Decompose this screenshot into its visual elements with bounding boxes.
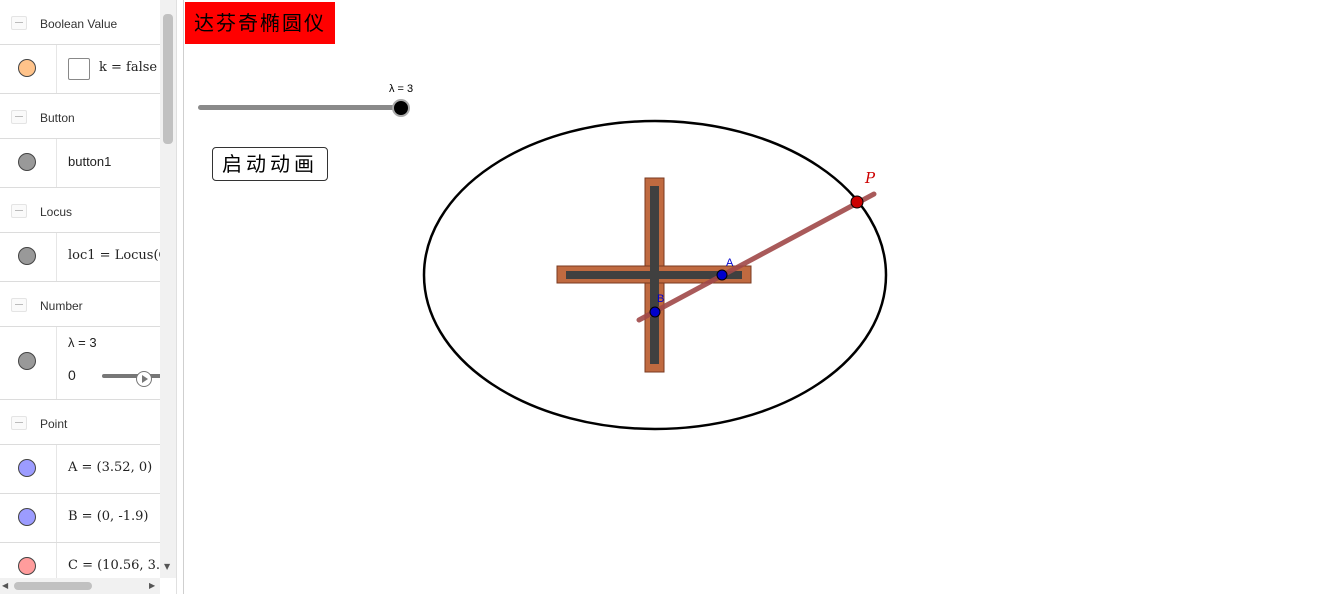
rod-segment[interactable] xyxy=(636,191,877,323)
point-p[interactable] xyxy=(850,195,864,209)
lambda-slider-track[interactable] xyxy=(198,105,401,110)
start-animation-button[interactable]: 启动动画 xyxy=(212,147,328,181)
page-title: 达芬奇椭圆仪 xyxy=(185,2,335,44)
lambda-slider-label: λ = 3 xyxy=(389,83,414,95)
point-p-label: P xyxy=(864,169,876,187)
point-b-label: B xyxy=(657,293,664,305)
point-a[interactable] xyxy=(716,269,728,281)
point-a-label: A xyxy=(726,257,734,269)
graphics-canvas[interactable]: A B P xyxy=(0,0,1342,594)
point-b[interactable] xyxy=(649,306,661,318)
lambda-slider-knob[interactable] xyxy=(392,99,410,117)
